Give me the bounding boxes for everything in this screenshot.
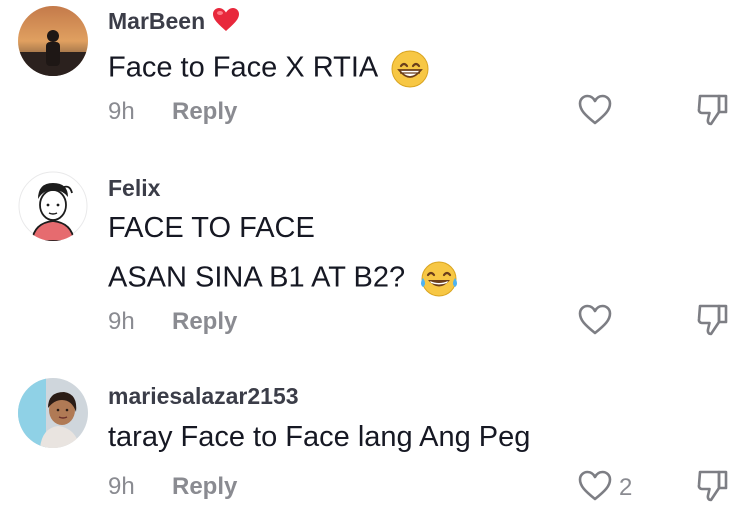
comment-text: ASAN SINA B1 AT B2? (108, 260, 459, 298)
dislike-thumb-icon[interactable] (695, 92, 731, 128)
comment-item: mariesalazar2153 taray Face to Face lang… (0, 370, 750, 514)
comment-text: taray Face to Face lang Ang Peg (108, 421, 531, 453)
avatar[interactable] (18, 378, 88, 448)
reply-button[interactable]: Reply (172, 98, 237, 126)
tears-of-joy-emoji (419, 260, 459, 298)
like-heart-icon[interactable] (577, 92, 613, 128)
comment-username[interactable]: MarBeen (108, 7, 240, 35)
comment-text: FACE TO FACE (108, 212, 315, 244)
comment-username[interactable]: mariesalazar2153 (108, 383, 299, 410)
comment-time: 9h (108, 98, 135, 125)
reply-button[interactable]: Reply (172, 473, 237, 501)
reply-button[interactable]: Reply (172, 308, 237, 336)
comment-time: 9h (108, 473, 135, 500)
like-heart-icon[interactable] (577, 302, 613, 338)
comment-item: MarBeen Face to Face X RTIA 9h Reply (0, 0, 750, 140)
like-heart-icon[interactable] (577, 468, 613, 504)
avatar[interactable] (18, 6, 88, 76)
like-count: 2 (619, 474, 633, 501)
comment-time: 9h (108, 308, 135, 335)
avatar[interactable] (18, 171, 88, 241)
comment-item: Felix FACE TO FACE ASAN SINA B1 AT B2? 9… (0, 160, 750, 340)
comment-text: Face to Face X RTIA (108, 50, 429, 88)
dislike-thumb-icon[interactable] (695, 302, 731, 338)
comment-username[interactable]: Felix (108, 175, 160, 202)
red-heart-emoji (212, 7, 240, 33)
grinning-face-emoji (391, 50, 429, 88)
dislike-thumb-icon[interactable] (695, 468, 731, 504)
